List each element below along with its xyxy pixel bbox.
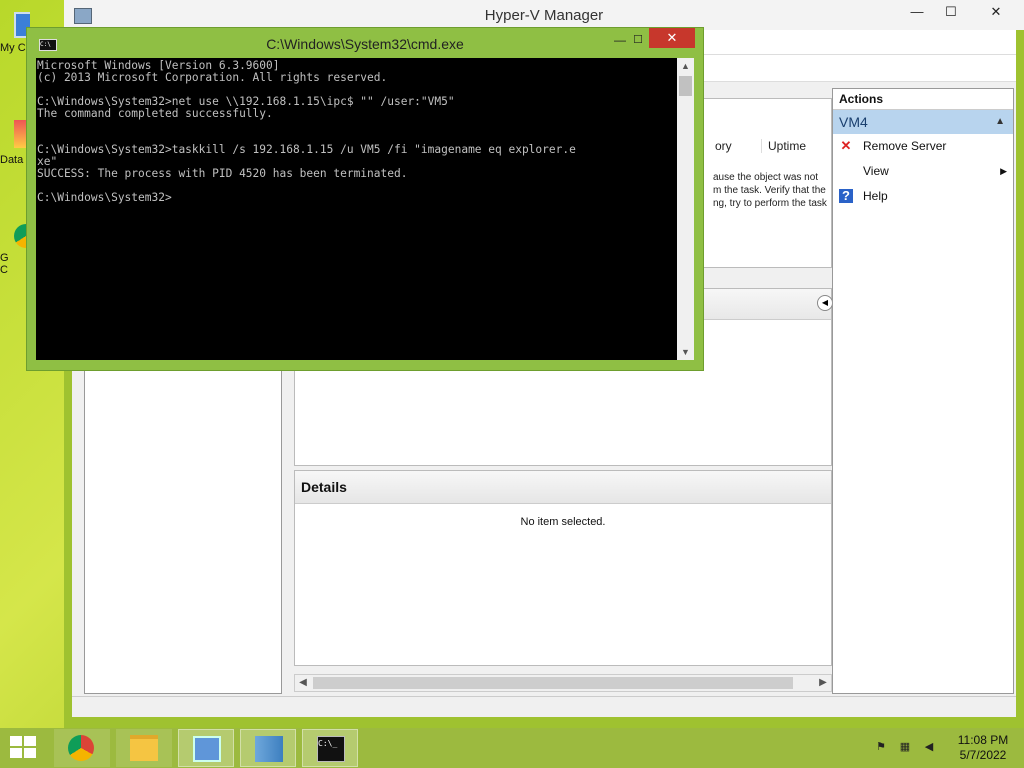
hyperv-titlebar[interactable]: Hyper-V Manager — ☐ ✕	[64, 0, 1024, 30]
view-icon	[839, 164, 853, 178]
taskbar: C:\_ ⚑ ▦ ◀ 11:08 PM 5/7/2022	[0, 728, 1024, 768]
folder-icon	[130, 735, 158, 761]
help-icon: ?	[839, 189, 853, 203]
cmd-output[interactable]: Microsoft Windows [Version 6.3.9600] (c)…	[37, 60, 675, 204]
taskbar-command-prompt[interactable]: C:\_	[302, 729, 358, 767]
system-tray: ⚑ ▦ ◀	[872, 740, 942, 756]
vm-column-headers: ory Uptime	[715, 135, 831, 157]
actions-pane: Actions VM4 ▲ ✕ Remove Server View ▶ ? H…	[832, 88, 1014, 694]
scroll-down-icon[interactable]: ▼	[677, 344, 694, 360]
actions-group-label: VM4	[839, 114, 868, 130]
hyperv-icon	[255, 736, 283, 762]
hyperv-minimize-button[interactable]: —	[900, 0, 934, 24]
cmd-scrollbar-thumb[interactable]	[679, 76, 692, 96]
details-empty-text: No item selected.	[520, 516, 606, 528]
actions-group-vm4[interactable]: VM4 ▲	[833, 110, 1013, 134]
cmd-titlebar[interactable]: C:\ C:\Windows\System32\cmd.exe — ☐ ✕	[27, 28, 703, 58]
details-title: Details	[295, 471, 831, 504]
chrome-icon	[68, 735, 94, 761]
action-help[interactable]: ? Help	[833, 184, 1013, 209]
actions-header: Actions	[833, 89, 1013, 110]
hyperv-statusbar	[72, 696, 1016, 717]
control-panel-icon	[193, 736, 221, 762]
hyperv-close-button[interactable]: ✕	[974, 0, 1018, 24]
start-button[interactable]	[10, 736, 38, 760]
windows-logo-icon	[10, 748, 22, 758]
windows-logo-icon	[10, 736, 22, 746]
cmd-console[interactable]: Microsoft Windows [Version 6.3.9600] (c)…	[36, 58, 694, 360]
remove-icon: ✕	[840, 138, 852, 153]
action-label: Remove Server	[863, 139, 947, 153]
hyperv-maximize-button[interactable]: ☐	[934, 0, 968, 24]
action-label: View	[863, 164, 889, 178]
horizontal-scrollbar[interactable]: ◀ ▶	[294, 674, 832, 692]
collapse-up-icon[interactable]: ▲	[995, 110, 1005, 134]
cmd-title: C:\Windows\System32\cmd.exe	[266, 36, 464, 52]
cmd-icon: C:\_	[317, 736, 345, 762]
action-center-flag-icon[interactable]: ⚑	[874, 740, 888, 754]
taskbar-file-explorer[interactable]	[116, 729, 172, 767]
navigation-tree[interactable]	[84, 364, 282, 694]
volume-muted-icon[interactable]: ◀	[922, 740, 936, 754]
column-uptime[interactable]: Uptime	[761, 139, 806, 153]
taskbar-hyperv-manager[interactable]	[240, 729, 296, 767]
windows-logo-icon	[24, 748, 36, 758]
network-icon[interactable]: ▦	[898, 740, 912, 754]
clock[interactable]: 11:08 PM 5/7/2022	[948, 733, 1018, 763]
cmd-window: C:\ C:\Windows\System32\cmd.exe — ☐ ✕ Mi…	[26, 27, 704, 371]
desktop-icon-label: G C	[0, 252, 9, 276]
scroll-up-icon[interactable]: ▲	[677, 58, 694, 74]
clock-date: 5/7/2022	[959, 748, 1007, 762]
scroll-left-icon[interactable]: ◀	[295, 675, 311, 691]
cmd-vertical-scrollbar[interactable]: ▲ ▼	[677, 58, 694, 360]
cmd-close-button[interactable]: ✕	[649, 28, 695, 48]
details-panel: Details No item selected.	[294, 470, 832, 666]
taskbar-control-panel[interactable]	[178, 729, 234, 767]
scroll-right-icon[interactable]: ▶	[815, 675, 831, 691]
taskbar-chrome[interactable]	[54, 729, 110, 767]
submenu-arrow-icon: ▶	[1000, 166, 1007, 176]
vm-error-message: ause the object was not m the task. Veri…	[713, 172, 827, 209]
action-remove-server[interactable]: ✕ Remove Server	[833, 134, 1013, 159]
column-memory[interactable]: ory	[715, 139, 732, 153]
scrollbar-thumb[interactable]	[313, 677, 793, 689]
clock-time: 11:08 PM	[957, 733, 1009, 747]
action-label: Help	[863, 189, 888, 203]
hyperv-title: Hyper-V Manager	[484, 7, 604, 24]
desktop-icon-label: Data	[0, 154, 24, 166]
windows-logo-icon	[24, 736, 36, 746]
action-view[interactable]: View ▶	[833, 159, 1013, 184]
collapse-icon[interactable]: ◀	[817, 295, 833, 311]
